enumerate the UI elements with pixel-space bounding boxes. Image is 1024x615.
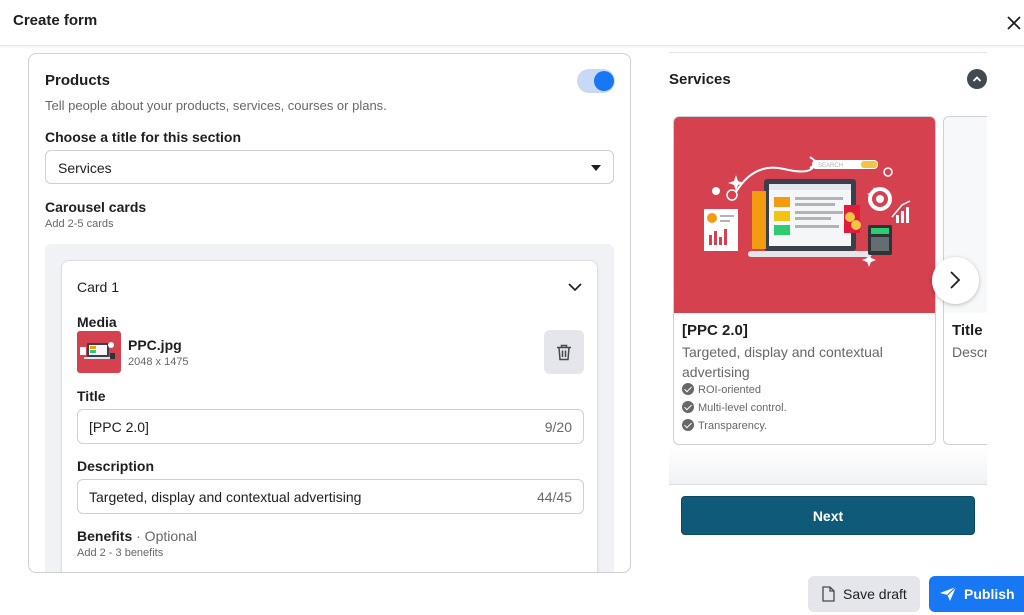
check-circle-icon (682, 401, 694, 413)
send-icon (940, 586, 957, 601)
save-draft-label: Save draft (843, 586, 907, 602)
document-icon (822, 586, 835, 602)
benefits-hint: Add 2 - 3 benefits (77, 547, 164, 559)
preview-benefit-text: ROI-oriented (698, 384, 761, 396)
preview-image-search-text: SEARCH (818, 163, 843, 169)
benefits-optional-tag: · Optional (132, 528, 197, 544)
preview-card-description: Targeted, display and contextual adverti… (682, 344, 883, 380)
preview-benefit-text: Multi-level control. (698, 402, 787, 414)
carousel-cards-area: Card 1 Media PPC.jpg 2048 x 1475 Title [… (45, 244, 614, 572)
close-icon[interactable] (1003, 12, 1024, 34)
media-label: Media (77, 314, 117, 330)
trash-icon (557, 344, 571, 361)
preview-card-image: SEARCH (674, 117, 935, 313)
benefits-label-text: Benefits (77, 528, 133, 544)
preview-benefit-item: Multi-level control. (682, 401, 787, 414)
preview-benefit-text: Transparency. (698, 420, 768, 432)
media-file-dimensions: 2048 x 1475 (128, 356, 189, 368)
preview-section-title: Services (669, 71, 731, 88)
title-label: Title (77, 388, 106, 404)
products-toggle[interactable] (577, 69, 615, 93)
description-label: Description (77, 458, 155, 474)
carousel-card-editor: Card 1 Media PPC.jpg 2048 x 1475 Title [… (61, 260, 598, 572)
preview-card-description: Descr (952, 344, 987, 360)
section-title-label: Choose a title for this section (45, 129, 242, 145)
select-value: Services (58, 160, 112, 176)
check-circle-icon (682, 383, 694, 395)
preview-card-title: Title (952, 322, 983, 339)
preview-divider (669, 52, 987, 53)
collapse-preview-button[interactable] (967, 69, 987, 89)
next-button[interactable]: Next (681, 496, 975, 535)
preview-bottom-area (669, 447, 987, 485)
description-input-value: Targeted, display and contextual adverti… (89, 489, 362, 505)
section-subtitle: Tell people about your products, service… (45, 98, 387, 113)
carousel-next-button[interactable] (932, 257, 979, 304)
products-section: Products Tell people about your products… (28, 53, 631, 573)
delete-media-button[interactable] (544, 330, 584, 374)
section-title: Products (45, 72, 111, 89)
carousel-cards-label: Carousel cards (45, 199, 147, 215)
check-circle-icon (682, 419, 694, 431)
title-input[interactable]: [PPC 2.0] 9/20 (77, 409, 584, 444)
chevron-right-icon (950, 271, 961, 289)
chevron-down-icon[interactable] (567, 279, 583, 295)
preview-benefit-item: Transparency. (682, 419, 767, 432)
description-char-count: 44/45 (536, 489, 572, 505)
publish-button[interactable]: Publish (929, 576, 1024, 612)
carousel-cards-hint: Add 2-5 cards (45, 218, 114, 230)
media-thumbnail (77, 331, 121, 373)
save-draft-button[interactable]: Save draft (808, 576, 920, 612)
publish-label: Publish (964, 586, 1015, 602)
title-char-count: 9/20 (544, 419, 572, 435)
modal-header: Create form (0, 0, 1024, 46)
description-input[interactable]: Targeted, display and contextual adverti… (77, 479, 584, 514)
chevron-up-icon (972, 76, 982, 82)
card-heading: Card 1 (77, 279, 120, 295)
caret-down-icon (591, 165, 601, 171)
media-file-name: PPC.jpg (128, 337, 182, 353)
section-title-select[interactable]: Services (45, 150, 614, 184)
toggle-knob (594, 71, 614, 91)
preview-card-title: [PPC 2.0] (682, 322, 748, 339)
preview-card: SEARCH [PPC 2.0] Targeted, display and c… (673, 116, 936, 445)
preview-benefit-item: ROI-oriented (682, 383, 761, 396)
page-title: Create form (13, 12, 98, 29)
title-input-value: [PPC 2.0] (89, 419, 149, 435)
benefits-label: Benefits · Optional (77, 528, 197, 544)
